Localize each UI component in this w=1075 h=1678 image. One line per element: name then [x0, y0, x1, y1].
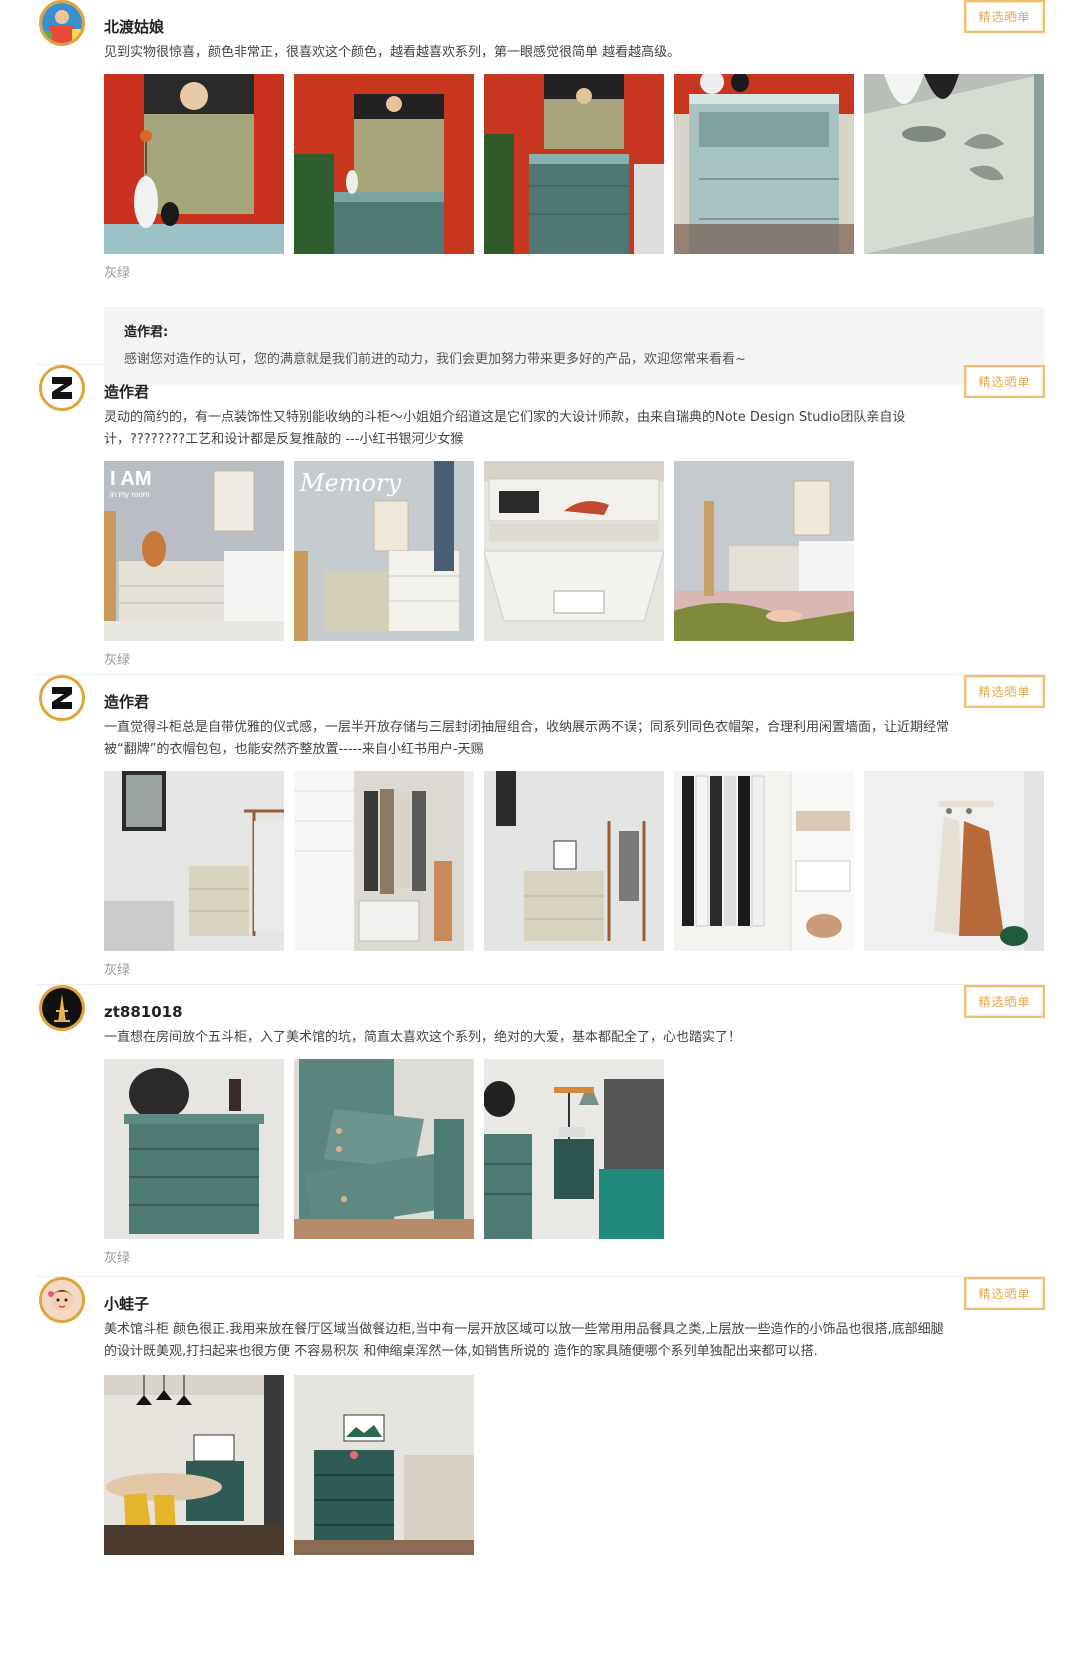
review-item: 精选晒单 造作君 一直觉得斗柜总是自带优雅的仪式感，一层半开放存储与三层封闭抽屉…	[37, 675, 1045, 985]
user-name[interactable]: 小蛙子	[104, 1293, 1045, 1315]
review-text: 美术馆斗柜 颜色很正.我用来放在餐厅区域当做餐边柜,当中有一层开放区域可以放一些…	[104, 1322, 944, 1359]
review-text: 一直觉得斗柜总是自带优雅的仪式感，一层半开放存储与三层封闭抽屉组合，收纳展示两不…	[104, 720, 950, 757]
user-avatar[interactable]	[39, 0, 85, 46]
review-photo[interactable]	[674, 74, 854, 254]
featured-badge: 精选晒单	[964, 365, 1045, 398]
featured-badge: 精选晒单	[964, 0, 1045, 33]
review-photo[interactable]	[484, 461, 664, 641]
review-photo[interactable]	[104, 1375, 284, 1555]
photo-caption: in my room	[110, 490, 150, 499]
review-photo[interactable]	[484, 1059, 664, 1239]
review-photo[interactable]	[104, 771, 284, 951]
user-name[interactable]: zt881018	[104, 1001, 1045, 1023]
review-photo[interactable]	[294, 771, 474, 951]
review-photo[interactable]	[294, 1059, 474, 1239]
photo-caption: I AM	[110, 468, 151, 490]
review-photo[interactable]	[294, 1375, 474, 1555]
review-text: 灵动的简约的，有一点装饰性又特别能收纳的斗柜～小姐姐介绍道这是它们家的大设计师款…	[104, 410, 906, 447]
review-photo[interactable]	[104, 74, 284, 254]
featured-badge: 精选晒单	[964, 1277, 1045, 1310]
review-photo[interactable]: I AM in my room	[104, 461, 284, 641]
featured-badge: 精选晒单	[964, 985, 1045, 1018]
review-text: 一直想在房间放个五斗柜，入了美术馆的坑，简直太喜欢这个系列，绝对的大爱，基本都配…	[104, 1030, 742, 1045]
review-photo[interactable]	[864, 771, 1044, 951]
user-name[interactable]: 北渡姑娘	[104, 16, 1045, 38]
review-item: 精选晒单 小蛙子 美术馆斗柜 颜色很正.我用来放在餐厅区域当做餐边柜,当中有一层…	[37, 1277, 1045, 1678]
review-list: 精选晒单 北渡姑娘 见到实物很惊喜，颜色非常正，很喜欢这个颜色，越看越喜欢系列，…	[0, 0, 1075, 1678]
user-avatar[interactable]	[39, 1277, 85, 1323]
review-photo[interactable]	[864, 74, 1044, 254]
user-avatar[interactable]	[39, 675, 85, 721]
review-photo[interactable]	[104, 1059, 284, 1239]
review-photo[interactable]	[674, 771, 854, 951]
review-text: 见到实物很惊喜，颜色非常正，很喜欢这个颜色，越看越喜欢系列，第一眼感觉很简单 越…	[104, 45, 681, 60]
review-photo[interactable]	[674, 461, 854, 641]
review-item: 精选晒单 造作君 灵动的简约的，有一点装饰性又特别能收纳的斗柜～小姐姐介绍道这是…	[37, 365, 1045, 675]
review-photo[interactable]: Memory	[294, 461, 474, 641]
user-avatar[interactable]	[39, 985, 85, 1031]
product-spec: 灰绿	[104, 266, 131, 281]
featured-badge: 精选晒单	[964, 675, 1045, 708]
product-spec: 灰绿	[104, 1251, 131, 1266]
review-photo[interactable]	[484, 74, 664, 254]
product-spec: 灰绿	[104, 963, 131, 978]
review-item: 精选晒单 zt881018 一直想在房间放个五斗柜，入了美术馆的坑，简直太喜欢这…	[37, 985, 1045, 1277]
review-item: 精选晒单 北渡姑娘 见到实物很惊喜，颜色非常正，很喜欢这个颜色，越看越喜欢系列，…	[37, 0, 1045, 385]
user-name[interactable]: 造作君	[104, 381, 1045, 403]
product-spec: 灰绿	[104, 653, 131, 668]
user-name[interactable]: 造作君	[104, 691, 1045, 713]
review-photo[interactable]	[484, 771, 664, 951]
user-avatar[interactable]	[39, 365, 85, 411]
reply-author: 造作君:	[124, 325, 169, 340]
photo-caption: Memory	[299, 469, 401, 497]
review-photo[interactable]	[294, 74, 474, 254]
